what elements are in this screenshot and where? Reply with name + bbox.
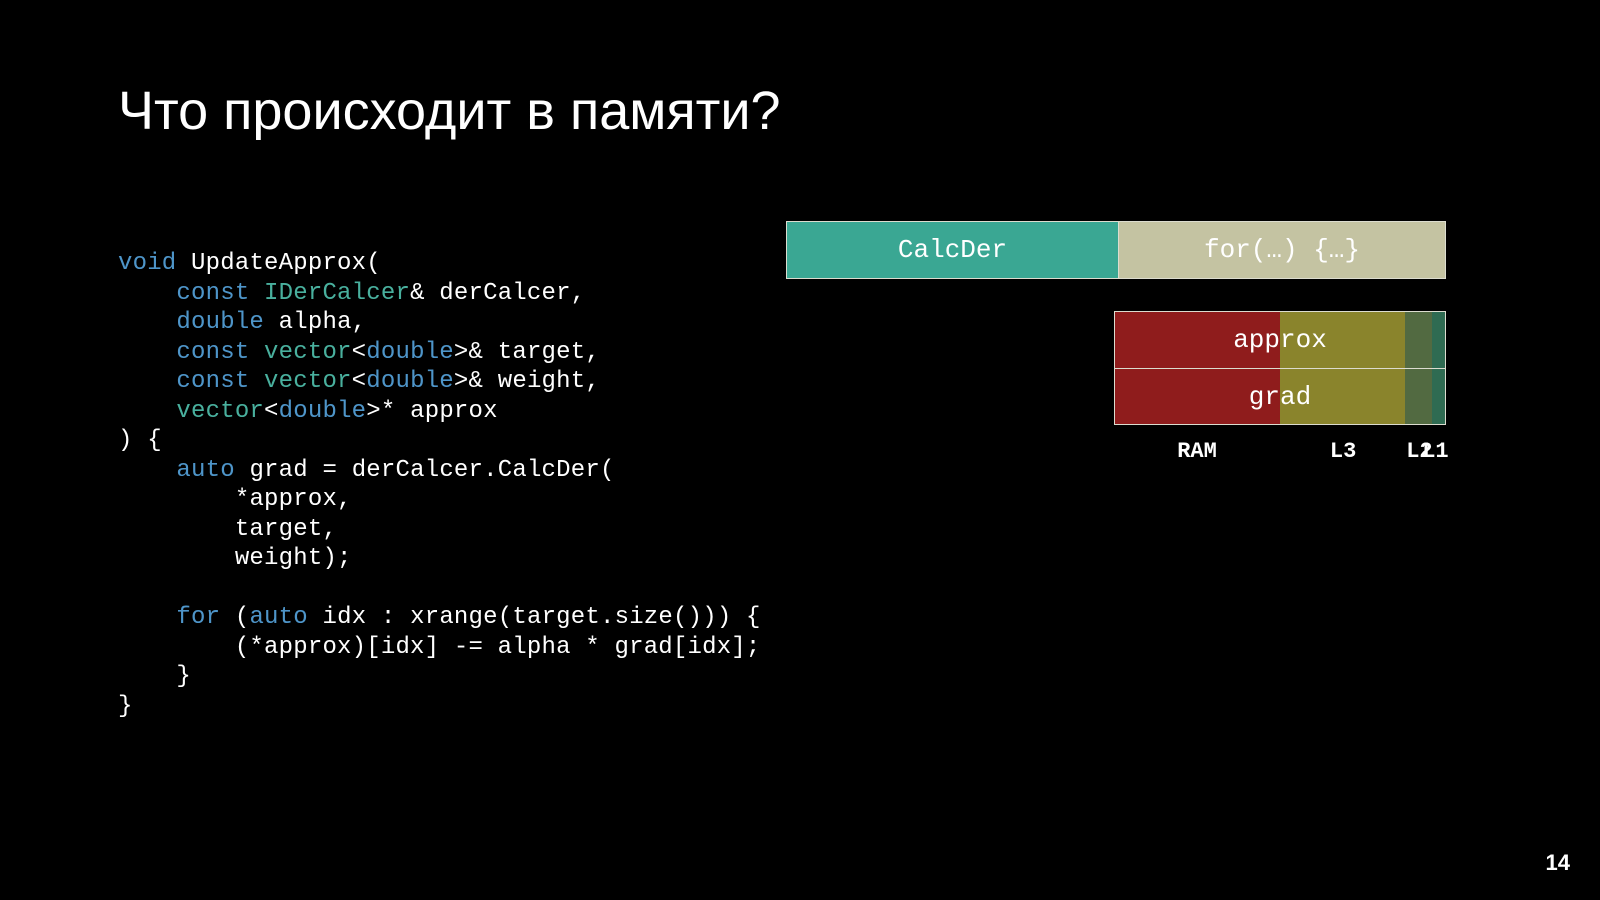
slide: Что происходит в памяти? void UpdateAppr… xyxy=(0,0,1600,900)
memory-axis: RAM L3 L2 L1 xyxy=(1114,439,1446,467)
axis-label-l3: L3 xyxy=(1330,439,1356,464)
slide-title: Что происходит в памяти? xyxy=(118,80,781,142)
timeline-box-calcder: CalcDer xyxy=(787,222,1119,278)
axis-label-ram: RAM xyxy=(1177,439,1217,464)
timeline-row: CalcDer for(…) {…} xyxy=(786,221,1446,279)
memory-stack: approxgrad RAM L3 L2 L1 xyxy=(1114,311,1446,467)
memory-row-label: approx xyxy=(1115,312,1445,368)
axis-label-l1: L1 xyxy=(1422,439,1448,464)
memory-row: approx xyxy=(1115,312,1445,368)
memory-diagram: CalcDer for(…) {…} approxgrad RAM L3 L2 … xyxy=(786,221,1446,279)
memory-row: grad xyxy=(1115,368,1445,424)
code-block: void UpdateApprox( const IDerCalcer& der… xyxy=(118,249,761,721)
timeline-box-forloop: for(…) {…} xyxy=(1119,222,1445,278)
memory-row-label: grad xyxy=(1115,369,1445,424)
page-number: 14 xyxy=(1546,850,1570,876)
